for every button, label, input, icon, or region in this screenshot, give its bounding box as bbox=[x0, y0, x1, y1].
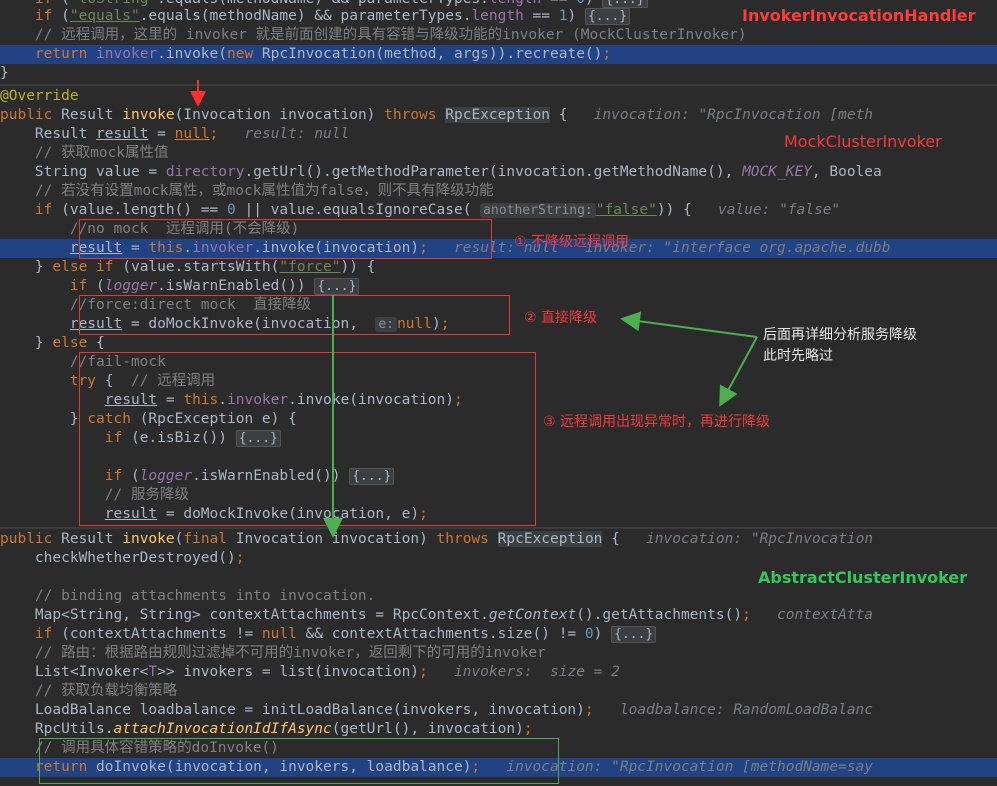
section-divider bbox=[0, 527, 997, 529]
code-line: // 获取负载均衡策略 bbox=[34, 683, 178, 699]
no-mock-box bbox=[79, 219, 492, 259]
code-line: checkWhetherDestroyed(); bbox=[0, 550, 245, 566]
invoker-handler-label: InvokerInvocationHandler bbox=[742, 6, 976, 25]
code-line: @Override bbox=[0, 88, 79, 104]
doinvoke-box bbox=[39, 738, 559, 784]
code-line: if (value.length() == 0 || value.equalsI… bbox=[34, 202, 841, 218]
code-line: public Result invoke(Invocation invocati… bbox=[0, 107, 874, 123]
step3-label: ③ 远程调用出现异常时，再进行降级 bbox=[543, 414, 771, 430]
fail-mock-box bbox=[79, 352, 536, 526]
note-line1: 后面再详细分析服务降级 bbox=[763, 327, 917, 343]
abstract-cluster-label: AbstractClusterInvoker bbox=[758, 568, 968, 587]
section-divider bbox=[0, 84, 997, 86]
code-editor[interactable]: if ("toString".equals(methodName) && par… bbox=[0, 0, 997, 786]
code-line: // 远程调用，这里的 invoker 就是前面创建的具有容错与降级功能的inv… bbox=[34, 27, 747, 43]
code-line: } bbox=[0, 65, 9, 81]
step1-label: ① 不降级远程调用 bbox=[514, 234, 630, 250]
code-line: // 若没有设置mock属性，或mock属性值为false，则不具有降级功能 bbox=[34, 183, 494, 199]
note-line2: 此时先略过 bbox=[763, 348, 833, 364]
code-line: String value = directory.getUrl().getMet… bbox=[0, 164, 882, 180]
code-line: // binding attachments into invocation. bbox=[34, 588, 376, 604]
force-mock-box bbox=[79, 295, 510, 335]
code-line: if (logger.isWarnEnabled()) {...} bbox=[0, 277, 997, 296]
code-line: LoadBalance loadbalance = initLoadBalanc… bbox=[0, 702, 874, 718]
code-line: RpcUtils.attachInvocationIdIfAsync(getUr… bbox=[0, 721, 533, 737]
code-line: public Result invoke(final Invocation in… bbox=[0, 531, 874, 547]
code-line: // 路由：根据路由规则过滤掉不可用的invoker，返回剩下的可用的invok… bbox=[34, 645, 546, 661]
code-line: if (contextAttachments != null && contex… bbox=[0, 625, 997, 644]
step2-label: ② 直接降级 bbox=[524, 310, 598, 326]
code-line: } else if (value.startsWith("force")) { bbox=[0, 259, 376, 275]
code-line: List<Invoker<T>> invokers = list(invocat… bbox=[0, 664, 620, 680]
code-line: Map<String, String> contextAttachments =… bbox=[0, 607, 874, 623]
code-line-highlighted: return invoker.invoke(new RpcInvocation(… bbox=[0, 45, 997, 64]
mock-cluster-label: MockClusterInvoker bbox=[784, 132, 942, 151]
